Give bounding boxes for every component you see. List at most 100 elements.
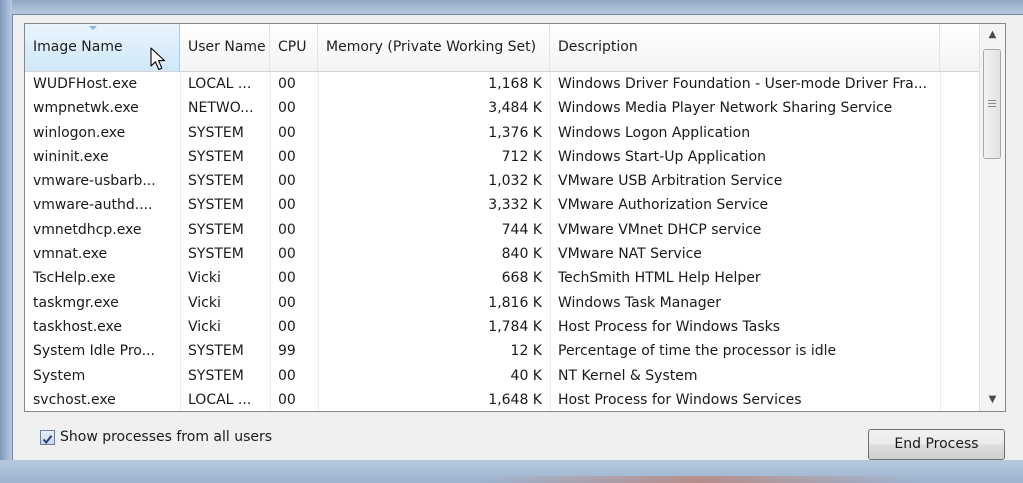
cell-memory: 1,784 K: [488, 318, 542, 335]
cell-image-name: winlogon.exe: [33, 124, 126, 141]
column-header-label: CPU: [278, 39, 307, 55]
cell-description: Host Process for Windows Tasks: [558, 318, 781, 335]
cell-description: VMware Authorization Service: [558, 197, 769, 214]
cell-user-name: SYSTEM: [188, 221, 244, 238]
cell-description: Percentage of time the processor is idle: [558, 343, 837, 360]
table-row[interactable]: System SYSTEM 00 40 K NT Kernel & System: [25, 364, 980, 388]
table-row[interactable]: vmnetdhcp.exe SYSTEM 00 744 K VMware VMn…: [25, 218, 980, 242]
cell-description: Windows Driver Foundation - User-mode Dr…: [558, 76, 928, 92]
cell-description: Host Process for Windows Services: [558, 391, 802, 408]
column-header-label: User Name: [188, 39, 266, 55]
cell-memory: 840 K: [501, 246, 542, 263]
cell-memory: 1,648 K: [488, 391, 542, 408]
cell-description: VMware VMnet DHCP service: [558, 221, 762, 238]
show-all-users-checkbox[interactable]: [40, 430, 55, 445]
window-frame-left: [0, 0, 12, 483]
cell-cpu: 00: [278, 197, 296, 214]
cell-description: Windows Task Manager: [558, 294, 721, 311]
table-row[interactable]: vmware-authd.... SYSTEM 00 3,332 K VMwar…: [25, 193, 980, 217]
show-all-users-label: Show processes from all users: [60, 429, 273, 445]
cell-memory: 744 K: [501, 221, 542, 238]
cell-user-name: NETWO...: [188, 100, 254, 117]
end-process-button[interactable]: End Process: [868, 429, 1005, 460]
cell-description: Windows Start-Up Application: [558, 148, 767, 165]
column-header-label: Memory (Private Working Set): [326, 39, 537, 55]
taskbar-accent: [480, 476, 920, 483]
cell-image-name: System: [33, 367, 86, 384]
cell-description: VMware NAT Service: [558, 246, 702, 263]
column-header-description[interactable]: Description: [550, 24, 940, 71]
cell-cpu: 00: [278, 148, 296, 165]
cell-memory: 1,376 K: [488, 124, 542, 141]
cell-cpu: 00: [278, 173, 296, 190]
cell-cpu: 00: [278, 367, 296, 384]
vertical-scrollbar[interactable]: ▲ ▼: [979, 24, 1005, 411]
cell-cpu: 00: [278, 270, 296, 287]
cell-memory: 1,816 K: [488, 294, 542, 311]
checkmark-icon: [42, 435, 53, 445]
cell-memory: 3,484 K: [488, 100, 542, 117]
table-row[interactable]: vmnat.exe SYSTEM 00 840 K VMware NAT Ser…: [25, 242, 980, 266]
arrow-up-icon[interactable]: ▲: [980, 24, 1005, 46]
cell-memory: 668 K: [501, 270, 542, 287]
cell-user-name: SYSTEM: [188, 197, 244, 214]
cell-user-name: Vicki: [188, 270, 221, 287]
cell-memory: 1,032 K: [488, 173, 542, 190]
cell-cpu: 99: [278, 343, 296, 360]
table-row[interactable]: wmpnetwk.exe NETWO... 00 3,484 K Windows…: [25, 96, 980, 120]
cell-user-name: SYSTEM: [188, 148, 244, 165]
mouse-pointer-icon: [150, 47, 168, 77]
cell-user-name: SYSTEM: [188, 173, 244, 190]
column-header-memory[interactable]: Memory (Private Working Set): [318, 24, 550, 71]
cell-description: Windows Logon Application: [558, 124, 751, 141]
column-header-user-name[interactable]: User Name: [180, 24, 270, 71]
process-list[interactable]: Image Name User Name CPU Memory (Private…: [24, 23, 1006, 412]
table-row[interactable]: vmware-usbarb... SYSTEM 00 1,032 K VMwar…: [25, 169, 980, 193]
cell-user-name: SYSTEM: [188, 367, 244, 384]
cell-cpu: 00: [278, 221, 296, 238]
column-header-row: Image Name User Name CPU Memory (Private…: [25, 24, 980, 72]
table-row[interactable]: TscHelp.exe Vicki 00 668 K TechSmith HTM…: [25, 266, 980, 290]
column-header-cpu[interactable]: CPU: [270, 24, 318, 71]
cell-image-name: vmware-usbarb...: [33, 173, 156, 190]
table-row[interactable]: svchost.exe LOCAL ... 00 1,648 K Host Pr…: [25, 388, 980, 411]
cell-image-name: System Idle Pro...: [33, 343, 155, 360]
table-row[interactable]: taskhost.exe Vicki 00 1,784 K Host Proce…: [25, 315, 980, 339]
cell-user-name: LOCAL ...: [188, 76, 252, 92]
sort-indicator-icon: [89, 26, 97, 30]
cell-user-name: SYSTEM: [188, 343, 244, 360]
grip-line: [988, 106, 996, 107]
grip-line: [988, 100, 996, 101]
cell-cpu: 00: [278, 294, 296, 311]
cell-cpu: 00: [278, 100, 296, 117]
cell-cpu: 00: [278, 246, 296, 263]
arrow-down-icon[interactable]: ▼: [980, 389, 1005, 411]
table-row[interactable]: System Idle Pro... SYSTEM 99 12 K Percen…: [25, 339, 980, 363]
cell-user-name: SYSTEM: [188, 124, 244, 141]
cell-image-name: vmnetdhcp.exe: [33, 221, 142, 238]
cell-image-name: vmware-authd....: [33, 197, 153, 214]
table-row[interactable]: winlogon.exe SYSTEM 00 1,376 K Windows L…: [25, 121, 980, 145]
cell-description: TechSmith HTML Help Helper: [558, 270, 761, 287]
grip-line: [988, 103, 996, 104]
cell-user-name: Vicki: [188, 294, 221, 311]
cell-memory: 40 K: [510, 367, 542, 384]
cell-description: NT Kernel & System: [558, 367, 698, 384]
cell-image-name: wmpnetwk.exe: [33, 100, 139, 117]
cell-description: Windows Media Player Network Sharing Ser…: [558, 100, 893, 117]
cell-image-name: taskmgr.exe: [33, 294, 119, 311]
window-frame-top: [0, 0, 1023, 14]
cell-user-name: SYSTEM: [188, 246, 244, 263]
scrollbar-thumb[interactable]: [983, 49, 1001, 159]
cell-cpu: 00: [278, 391, 296, 408]
cell-user-name: LOCAL ...: [188, 391, 252, 408]
table-row[interactable]: WUDFHost.exe LOCAL ... 00 1,168 K Window…: [25, 72, 980, 96]
cell-memory: 712 K: [501, 148, 542, 165]
table-row[interactable]: wininit.exe SYSTEM 00 712 K Windows Star…: [25, 145, 980, 169]
cell-user-name: Vicki: [188, 318, 221, 335]
cell-cpu: 00: [278, 124, 296, 141]
table-row[interactable]: taskmgr.exe Vicki 00 1,816 K Windows Tas…: [25, 291, 980, 315]
cell-memory: 1,168 K: [488, 76, 542, 92]
cell-image-name: taskhost.exe: [33, 318, 122, 335]
cell-memory: 12 K: [510, 343, 542, 360]
